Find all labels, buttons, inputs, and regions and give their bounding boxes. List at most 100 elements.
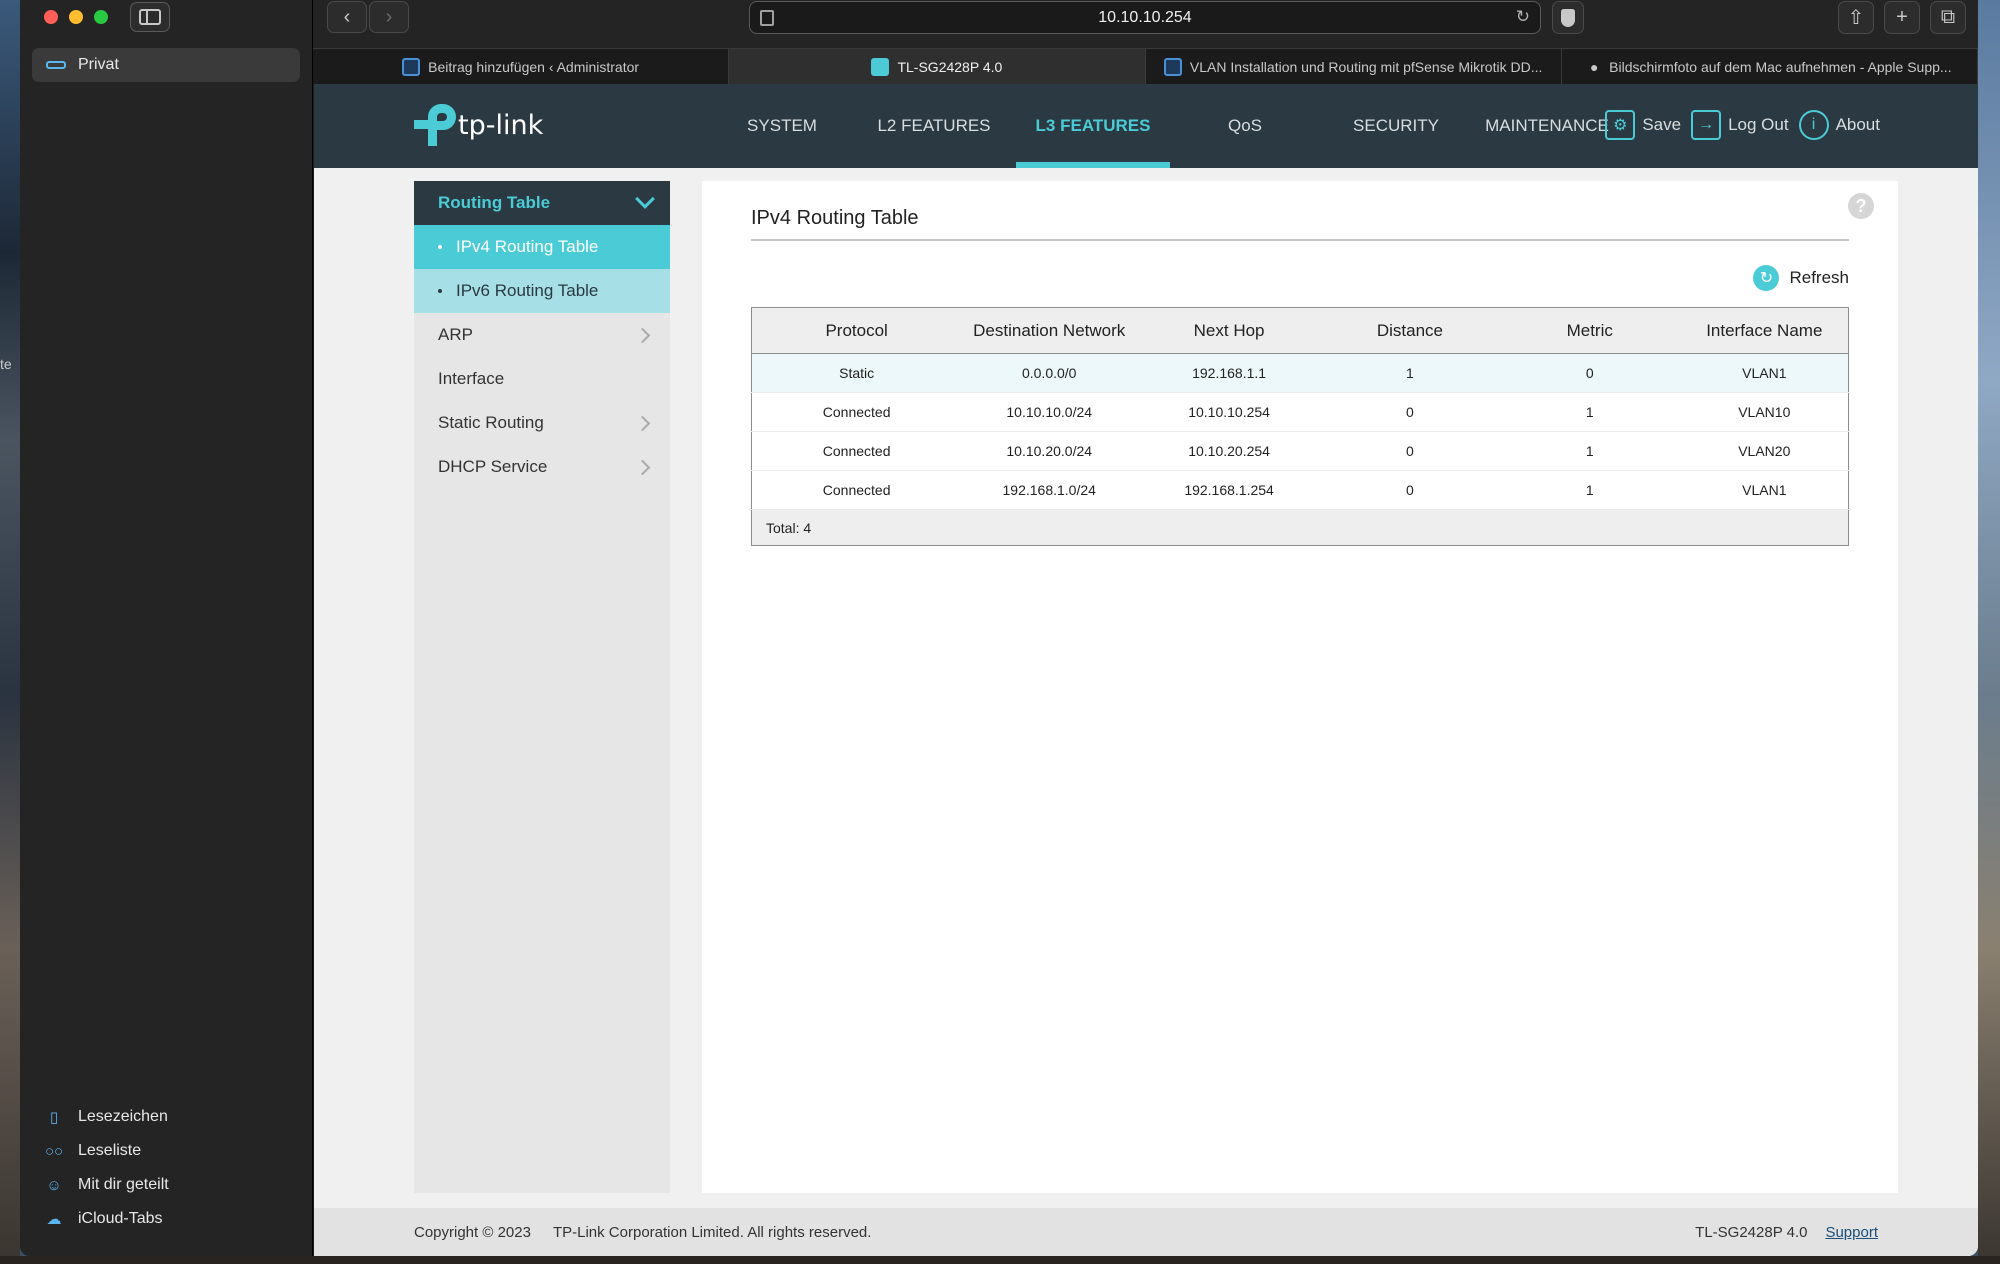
nav-l3-features[interactable]: L3 FEATURES [1016,84,1170,168]
tab-title: TL-SG2428P 4.0 [897,58,1003,75]
nav-l2-features[interactable]: L2 FEATURES [852,84,1016,168]
new-tab-button[interactable]: + [1884,1,1920,34]
menu-item-static-routing[interactable]: Static Routing [414,401,670,445]
menu-item-arp[interactable]: ARP [414,313,670,357]
shared-with-you-icon: ☺ [46,1176,62,1194]
close-window-button[interactable] [44,10,58,24]
desktop-background-right [1978,0,2000,1264]
page-title: IPv4 Routing Table [751,207,919,229]
cell-destination: 192.168.1.0/24 [961,470,1138,510]
cell-destination: 10.10.20.0/24 [961,431,1138,471]
apple-icon: ● [1589,58,1599,75]
main-nav: SYSTEM L2 FEATURES L3 FEATURES QoS SECUR… [712,84,1622,168]
profile-label: Privat [78,56,119,73]
column-header: Next Hop [1137,307,1321,354]
sidebar-item-bookmarks[interactable]: ▯ Lesezeichen [44,1100,169,1134]
footer-right: TL-SG2428P 4.0 Support [1695,1224,1878,1241]
chevron-right-icon [634,327,651,343]
share-icon: ⇧ [1847,7,1865,29]
content-panel: IPv4 Routing Table ? ↻ Refresh Protocol … [702,181,1898,1193]
brand-name: tp-link [458,109,544,141]
privacy-report-button[interactable] [1552,1,1584,34]
sidebar-icon [139,9,161,25]
sidebar-item-reading-list[interactable]: ○○ Leseliste [44,1134,169,1168]
wordpress-icon [1163,57,1182,76]
chevron-right-icon [634,459,651,475]
cell-next-hop: 192.168.1.254 [1137,470,1321,510]
nav-system[interactable]: SYSTEM [712,84,852,168]
help-icon[interactable]: ? [1848,193,1874,219]
support-link[interactable]: Support [1825,1224,1878,1241]
menu-item-ipv4-routing-table[interactable]: IPv4 Routing Table [414,225,670,269]
forward-button[interactable]: › [369,1,409,33]
reload-icon[interactable]: ↻ [1516,7,1530,27]
safari-sidebar: Privat ▯ Lesezeichen ○○ Leseliste ☺ Mit … [20,0,313,1256]
menu-section-routing-table[interactable]: Routing Table [414,181,670,225]
total-count: Total: 4 [751,509,1849,546]
chevron-left-icon: ‹ [343,5,351,28]
window-controls [44,10,108,24]
zoom-window-button[interactable] [94,10,108,24]
table-footer-row: Total: 4 [751,509,1849,546]
back-button[interactable]: ‹ [327,1,367,33]
cell-protocol: Static [751,353,962,393]
cell-protocol: Connected [751,431,962,471]
about-button[interactable]: i About [1798,110,1880,140]
bullet-icon [438,245,442,249]
logout-button[interactable]: → Log Out [1691,110,1789,140]
cell-interface: VLAN1 [1680,470,1849,510]
cell-protocol: Connected [751,392,962,432]
cell-metric: 1 [1498,470,1681,510]
info-icon: i [1798,110,1829,140]
menu-item-label: IPv4 Routing Table [456,237,599,256]
sidebar-toggle-button[interactable] [130,2,170,32]
navigation-buttons: ‹ › [327,1,409,33]
toolbar-right-buttons: ⇧ + ⧉ [1838,1,1966,34]
tab-vlan-installation[interactable]: VLAN Installation und Routing mit pfSens… [1145,48,1562,84]
shield-icon [1561,8,1575,27]
menu-item-label: Static Routing [438,413,544,432]
tab-beitrag-hinzufuegen[interactable]: Beitrag hinzufügen ‹ Administrator [313,48,730,84]
sidebar-item-shared-with-you[interactable]: ☺ Mit dir geteilt [44,1168,168,1202]
cell-next-hop: 10.10.20.254 [1137,431,1321,471]
logout-label: Log Out [1728,115,1789,134]
tab-tl-sg2428p[interactable]: TL-SG2428P 4.0 [729,48,1146,84]
minimize-window-button[interactable] [69,10,83,24]
table-row[interactable]: Connected 10.10.20.0/24 10.10.20.254 0 1… [751,431,1849,471]
menu-item-ipv6-routing-table[interactable]: IPv6 Routing Table [414,269,670,313]
address-bar[interactable]: 10.10.10.254 ↻ [749,1,1541,34]
tab-title: VLAN Installation und Routing mit pfSens… [1189,58,1543,75]
table-row[interactable]: Connected 10.10.10.0/24 10.10.10.254 0 1… [751,392,1849,432]
table-row[interactable]: Static 0.0.0.0/0 192.168.1.1 1 0 VLAN1 [751,353,1849,393]
table-row[interactable]: Connected 192.168.1.0/24 192.168.1.254 0… [751,470,1849,510]
menu-item-label: DHCP Service [438,457,548,476]
sidebar-item-icloud-tabs[interactable]: ☁ iCloud-Tabs [44,1202,169,1236]
tplink-logo: tp-link [414,104,543,146]
tab-bildschirmfoto[interactable]: ● Bildschirmfoto auf dem Mac aufnehmen -… [1561,48,1978,84]
chevron-right-icon: › [385,5,393,28]
cell-interface: VLAN20 [1680,431,1849,471]
menu-section-label: Routing Table [438,193,551,212]
cell-metric: 1 [1498,392,1681,432]
refresh-button[interactable]: ↻ Refresh [1753,265,1849,291]
reading-list-icon: ○○ [44,1142,64,1160]
nav-security[interactable]: SECURITY [1320,84,1472,168]
save-button[interactable]: ⚙ Save [1605,110,1681,140]
tab-overview-button[interactable]: ⧉ [1930,1,1966,34]
menu-item-dhcp-service[interactable]: DHCP Service [414,445,670,489]
menu-item-interface[interactable]: Interface [414,357,670,401]
column-header: Protocol [751,307,962,354]
share-button[interactable]: ⇧ [1838,1,1874,34]
cell-destination: 10.10.10.0/24 [961,392,1138,432]
page-menu-icon[interactable] [760,10,774,26]
tab-overview-icon: ⧉ [1940,6,1956,28]
nav-maintenance[interactable]: MAINTENANCE [1472,84,1622,168]
cell-distance: 1 [1321,353,1499,393]
table-header-row: Protocol Destination Network Next Hop Di… [751,307,1849,354]
profile-private[interactable]: Privat [32,48,300,82]
footer-left: Copyright © 2023 TP-Link Corporation Lim… [414,1224,871,1241]
router-header: tp-link SYSTEM L2 FEATURES L3 FEATURES Q… [314,84,1978,168]
nav-qos[interactable]: QoS [1170,84,1320,168]
cell-metric: 0 [1498,353,1681,393]
cell-protocol: Connected [751,470,962,510]
